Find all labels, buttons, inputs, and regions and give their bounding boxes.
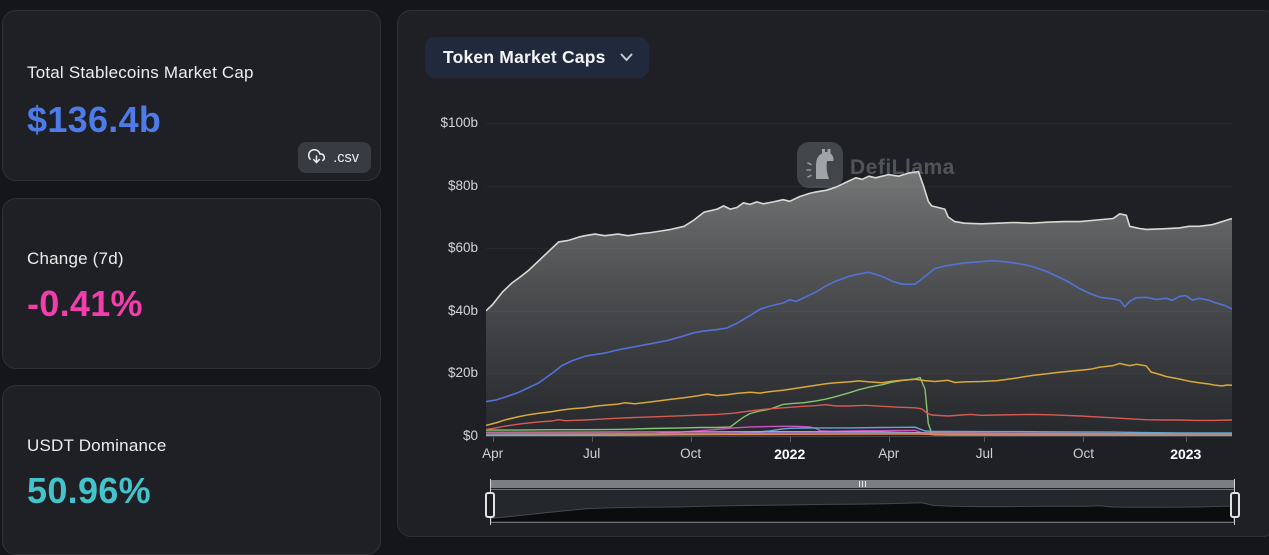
datazoom-drag-bar[interactable] (490, 480, 1235, 488)
datazoom-right-handle[interactable] (1230, 492, 1240, 518)
x-tick-label: Jul (583, 446, 600, 461)
minichart-silhouette (491, 503, 1234, 522)
chart-type-dropdown-label: Token Market Caps (443, 47, 606, 68)
x-tick-label: Apr (482, 446, 503, 461)
y-tick-label: $0 (398, 428, 478, 443)
x-tickmark (790, 437, 791, 442)
stablecoins-dashboard: { "cards": [ { "title": "Total Stablecoi… (0, 0, 1269, 529)
y-tick-label: $100b (398, 115, 478, 130)
series-line-yellow-line (486, 363, 1232, 425)
x-tickmark (493, 437, 494, 442)
series-line-red-line (486, 405, 1232, 430)
x-tickmark (889, 437, 890, 442)
datazoom-left-handle[interactable] (485, 492, 495, 518)
datazoom-scrubber (490, 479, 1235, 525)
x-tick-label: Oct (680, 446, 701, 461)
datazoom-minichart[interactable] (490, 489, 1235, 523)
download-cloud-icon (308, 149, 325, 166)
x-tickmark (592, 437, 593, 442)
card-title: Total Stablecoins Market Cap (27, 63, 254, 83)
x-tickmark (984, 437, 985, 442)
y-tick-label: $20b (398, 365, 478, 380)
chart-series-layer (486, 123, 1232, 436)
change-7d-value: -0.41% (27, 283, 143, 325)
x-tickmark (691, 437, 692, 442)
x-tick-label: 2023 (1170, 446, 1201, 462)
y-tick-label: $60b (398, 240, 478, 255)
y-tick-label: $40b (398, 303, 478, 318)
x-tickmark (1186, 437, 1187, 442)
csv-button-label: .csv (333, 150, 359, 166)
download-csv-button[interactable]: .csv (298, 142, 371, 173)
x-tick-label: Oct (1073, 446, 1094, 461)
card-title: Change (7d) (27, 249, 124, 269)
chart-type-dropdown[interactable]: Token Market Caps (425, 37, 649, 78)
chevron-down-icon (620, 49, 633, 67)
change-7d-card: Change (7d) -0.41% (2, 198, 381, 369)
token-market-caps-panel: Token Market Caps DefiLlama (397, 10, 1269, 537)
total-market-cap-value: $136.4b (27, 99, 161, 141)
total-stablecoins-market-cap-card: Total Stablecoins Market Cap $136.4b .cs… (2, 10, 381, 181)
card-title: USDT Dominance (27, 436, 166, 456)
usdt-dominance-card: USDT Dominance 50.96% (2, 385, 381, 555)
x-tick-label: 2022 (774, 446, 805, 462)
x-tickmark (1083, 437, 1084, 442)
x-tick-label: Jul (976, 446, 993, 461)
drag-grip-icon (855, 481, 871, 487)
usdt-dominance-value: 50.96% (27, 470, 151, 512)
y-tick-label: $80b (398, 178, 478, 193)
gridline-$0 (486, 436, 1232, 437)
x-tick-label: Apr (878, 446, 899, 461)
